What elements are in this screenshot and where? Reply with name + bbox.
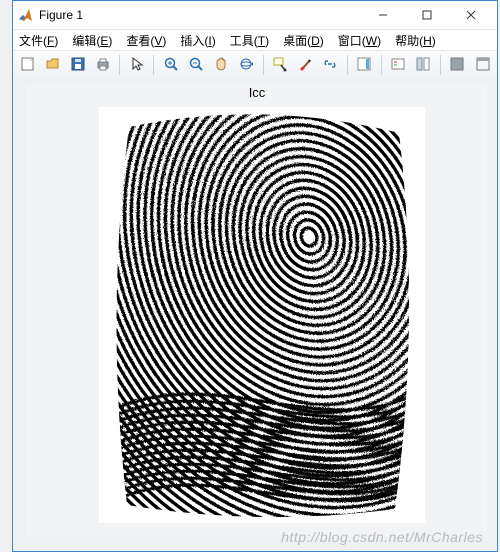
save-icon <box>70 56 86 75</box>
menubar: 文件(F) 编辑(E) 查看(V) 插入(I) 工具(T) 桌面(D) 窗口(W… <box>13 30 497 51</box>
menu-view[interactable]: 查看(V) <box>126 32 166 49</box>
rotate3d-icon <box>238 56 254 75</box>
toolbar-separator <box>153 55 154 75</box>
toolbar-separator <box>440 55 441 75</box>
link-button[interactable] <box>319 53 342 77</box>
link-icon <box>322 56 338 75</box>
window-title: Figure 1 <box>39 8 361 22</box>
insert-legend-button[interactable] <box>387 53 410 77</box>
plot-title: Icc <box>27 85 487 100</box>
new-figure-icon <box>20 56 36 75</box>
minimize-button[interactable] <box>361 2 405 28</box>
brush-icon: ▾ <box>297 56 313 75</box>
save-button[interactable] <box>66 53 89 77</box>
matlab-icon <box>17 7 33 23</box>
menu-desktop[interactable]: 桌面(D) <box>283 32 324 49</box>
insert-colorbar-icon <box>356 56 372 75</box>
toolbar-separator <box>381 55 382 75</box>
open-icon <box>45 56 61 75</box>
data-cursor-icon <box>272 56 288 75</box>
toolbar-separator <box>263 55 264 75</box>
titlebar[interactable]: Figure 1 <box>13 1 497 30</box>
dock-button-b[interactable] <box>471 53 494 77</box>
hide-plot-tools-icon <box>415 56 431 75</box>
toolbar-separator <box>119 55 120 75</box>
toolbar-separator <box>347 55 348 75</box>
rotate3d-button[interactable] <box>235 53 258 77</box>
new-figure-button[interactable] <box>16 53 39 77</box>
cursor-icon <box>129 56 145 75</box>
cursor-button[interactable] <box>125 53 148 77</box>
pan-button[interactable] <box>209 53 232 77</box>
print-button[interactable] <box>91 53 114 77</box>
close-button[interactable] <box>449 2 493 28</box>
svg-text:▾: ▾ <box>308 59 311 65</box>
dock-icon <box>449 56 465 75</box>
insert-legend-icon <box>390 56 406 75</box>
figure-window: Figure 1 文件(F) 编辑(E) 查看(V) 插入(I) 工具(T) 桌… <box>12 0 498 552</box>
insert-colorbar-button[interactable] <box>353 53 376 77</box>
zoom-in-icon <box>163 56 179 75</box>
plot-area: Icc <box>27 85 487 537</box>
brush-button[interactable]: ▾ <box>294 53 317 77</box>
menu-insert[interactable]: 插入(I) <box>180 32 215 49</box>
zoom-in-button[interactable] <box>159 53 182 77</box>
menu-help[interactable]: 帮助(H) <box>395 32 436 49</box>
axes-image[interactable] <box>99 107 425 523</box>
menu-window[interactable]: 窗口(W) <box>338 32 381 49</box>
toolbar: ▾ <box>13 51 497 80</box>
maximize-button[interactable] <box>405 2 449 28</box>
print-icon <box>95 56 111 75</box>
menu-tools[interactable]: 工具(T) <box>230 32 269 49</box>
fingerprint-image <box>99 107 425 523</box>
watermark-text: http://blog.csdn.net/MrCharles <box>281 529 483 545</box>
open-button[interactable] <box>41 53 64 77</box>
hide-plot-tools-button[interactable] <box>412 53 435 77</box>
pan-icon <box>213 56 229 75</box>
figure-canvas: Icc http://blog.csdn.net/MrCharles <box>13 79 497 551</box>
dock-button-a[interactable] <box>446 53 469 77</box>
dock-icon <box>475 56 491 75</box>
zoom-out-icon <box>188 56 204 75</box>
menu-file[interactable]: 文件(F) <box>19 32 58 49</box>
zoom-out-button[interactable] <box>184 53 207 77</box>
data-cursor-button[interactable] <box>269 53 292 77</box>
menu-edit[interactable]: 编辑(E) <box>72 32 112 49</box>
